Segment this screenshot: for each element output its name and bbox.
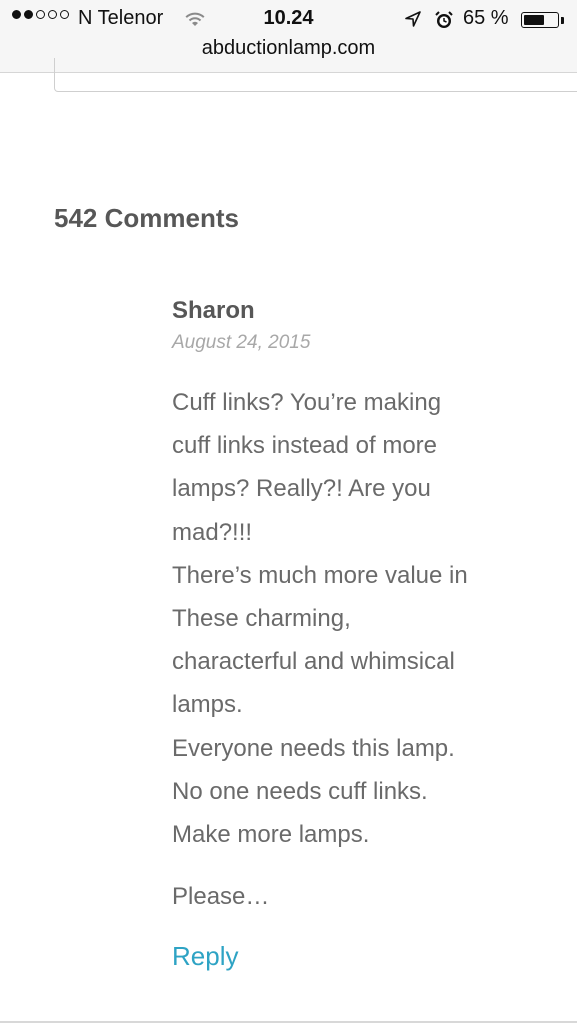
comment-text-line: Please… [172,883,270,910]
comment-text-line: Make more lamps. [172,821,370,849]
comment-body-paragraph: Cuff links? You’re making cuff links inst… [172,381,532,856]
comment-author: Sharon [172,297,255,324]
comment-text-line: cuff links instead of more [172,432,438,460]
comment-text-line: lamps. [172,691,243,719]
location-arrow-icon [404,10,422,34]
battery-fill [524,15,544,25]
status-row: N Telenor 10.24 65 % [0,4,577,34]
battery-percentage: 65 % [463,7,509,29]
comment-text-line: Cuff links? You’re making [172,389,442,416]
comment-text-line: lamps? Really?! Are you [172,475,431,503]
battery-icon [521,12,559,28]
comments-count-heading: 542 Comments [54,203,239,233]
comment-text-line: characterful and whimsical [172,648,455,676]
address-bar-url[interactable]: abductionlamp.com [0,37,577,60]
comment-date: August 24, 2015 [172,332,311,353]
previous-section-box [54,58,577,92]
comment-text-line: Everyone needs this lamp. [172,734,455,762]
comment-text-line: These charming, [172,605,351,633]
comment-body-paragraph: Please… [172,875,532,918]
reply-link[interactable]: Reply [172,941,238,972]
alarm-clock-icon [434,10,454,36]
comment-text-line: There’s much more value in [172,561,468,589]
battery-tip [561,17,564,24]
bottom-divider [0,1021,577,1023]
comment-text-line: No one needs cuff links. [172,777,428,805]
comment-text-line: mad?!!! [172,518,253,546]
